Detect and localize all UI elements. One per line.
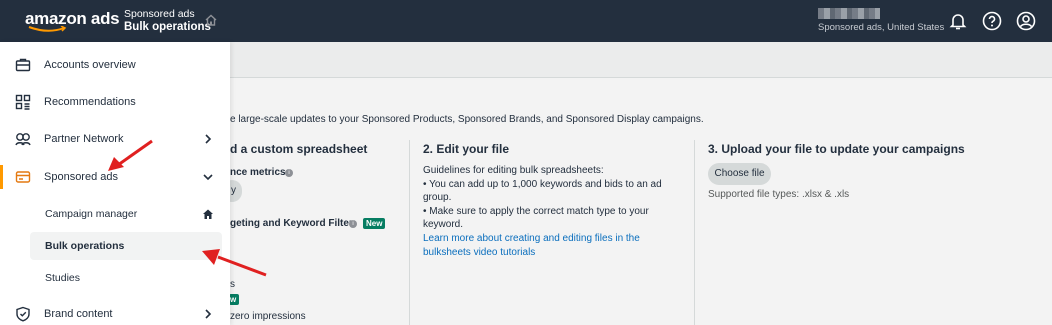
info-icon[interactable]: i [349, 220, 357, 228]
sidebar-item-label: Sponsored ads [44, 171, 118, 183]
zero-impressions-text: zero impressions [230, 311, 306, 322]
sidebar-subitem-studies[interactable]: Studies [30, 264, 222, 292]
intro-text: e large-scale updates to your Sponsored … [230, 114, 704, 125]
handshake-icon [15, 133, 31, 146]
sidebar-item-accounts-overview[interactable]: Accounts overview [0, 50, 230, 80]
breadcrumb-current: Bulk operations [124, 21, 211, 33]
sidebar-subitem-label: Bulk operations [45, 240, 125, 252]
chevron-down-icon[interactable] [202, 171, 214, 183]
sidebar-subitem-label: Studies [45, 272, 81, 284]
step1-heading: d a custom spreadsheet [230, 142, 368, 156]
breadcrumb-parent[interactable]: Sponsored ads [124, 8, 195, 20]
guideline-bullet-2: • Make sure to apply the correct match t… [423, 206, 649, 217]
sidebar-item-sponsored-ads[interactable]: Sponsored ads [0, 162, 230, 192]
sidebar-item-brand-content[interactable]: Brand content [0, 299, 230, 325]
performance-metrics-label: nce metrics [230, 167, 286, 178]
guideline-bullet-1-cont: group. [423, 192, 452, 203]
shield-icon [16, 306, 30, 322]
column-divider [694, 140, 695, 325]
guideline-bullet-2-cont: keyword. [423, 219, 464, 230]
targeting-keyword-filter-label: geting and Keyword Filter [230, 218, 353, 229]
choose-file-button[interactable]: Choose file [708, 163, 771, 185]
guideline-bullet-1: • You can add up to 1,000 keywords and b… [423, 179, 662, 190]
guidelines-text: Guidelines for editing bulk spreadsheets… [423, 165, 604, 176]
step2-heading: 2. Edit your file [423, 142, 510, 156]
sidebar-item-partner-network[interactable]: Partner Network [0, 124, 230, 154]
account-name-redacted[interactable] [818, 8, 880, 19]
sidebar-nav: Accounts overview Recommendations Partne… [0, 42, 230, 325]
top-nav-bar: amazon ads Sponsored ads Bulk operations… [0, 0, 1052, 42]
grid-icon [15, 94, 31, 110]
sidebar-item-recommendations[interactable]: Recommendations [0, 87, 230, 117]
column-divider [409, 140, 410, 325]
supported-file-types: Supported file types: .xlsx & .xls [708, 189, 850, 200]
bulksheets-tutorial-link[interactable]: Learn more about creating and editing fi… [423, 233, 640, 244]
home-icon[interactable] [202, 208, 214, 220]
page-header-area [230, 42, 1052, 78]
new-badge: New [363, 218, 386, 229]
bell-icon[interactable] [947, 10, 969, 32]
home-icon[interactable] [204, 13, 218, 27]
sidebar-subitem-bulk-operations[interactable]: Bulk operations [30, 232, 222, 260]
chevron-right-icon[interactable] [202, 133, 214, 145]
sidebar-item-label: Brand content [44, 308, 113, 320]
card-icon [15, 171, 31, 183]
step3-heading: 3. Upload your file to update your campa… [708, 142, 965, 156]
option-text-partial: s [230, 279, 235, 290]
active-indicator [0, 165, 3, 189]
help-icon[interactable] [981, 10, 1003, 32]
sidebar-item-label: Accounts overview [44, 59, 136, 71]
new-badge: w [229, 294, 240, 305]
sidebar-item-label: Recommendations [44, 96, 136, 108]
user-profile-icon[interactable] [1015, 10, 1037, 32]
sidebar-item-label: Partner Network [44, 133, 124, 145]
bulksheets-tutorial-link-cont[interactable]: bulksheets video tutorials [423, 247, 535, 258]
chevron-right-icon[interactable] [202, 308, 214, 320]
info-icon[interactable]: i [285, 169, 293, 177]
amazon-smile-logo-mark [28, 26, 67, 32]
account-region[interactable]: Sponsored ads, United States [818, 22, 944, 33]
sidebar-subitem-label: Campaign manager [45, 208, 138, 220]
sidebar-subitem-campaign-manager[interactable]: Campaign manager [30, 200, 222, 228]
briefcase-icon [15, 58, 31, 72]
